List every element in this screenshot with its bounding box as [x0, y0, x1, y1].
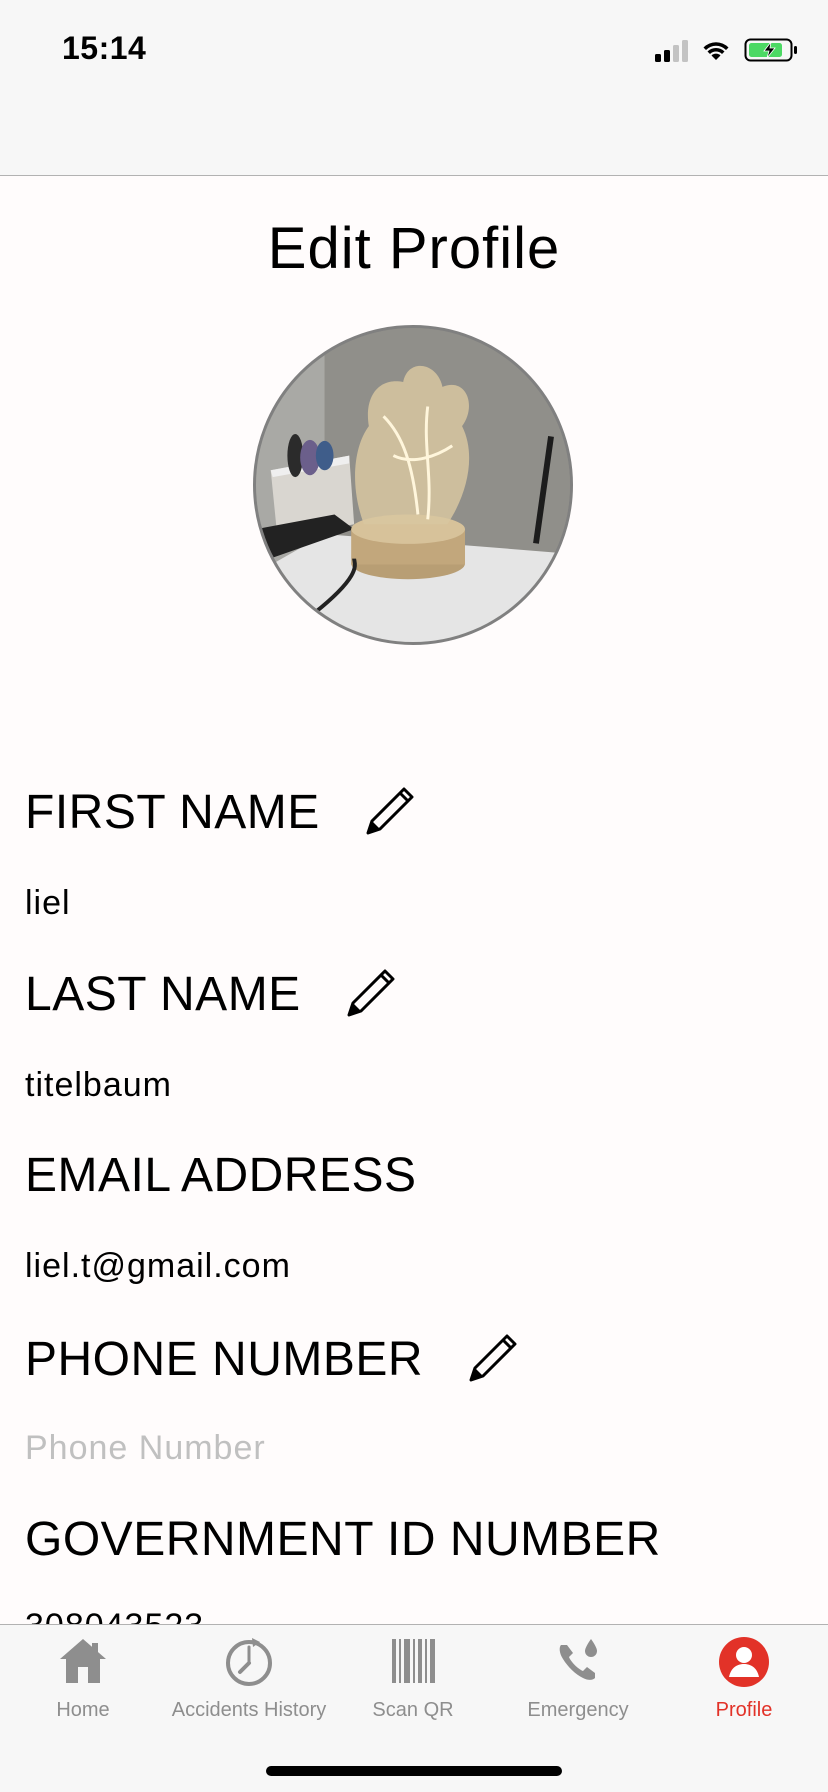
clock-icon — [226, 1638, 272, 1686]
home-icon — [60, 1639, 106, 1683]
phone-number-label: PHONE NUMBER — [25, 1330, 521, 1388]
last-name-label: LAST NAME — [25, 965, 399, 1023]
battery-icon — [744, 38, 797, 62]
phone-number-label-text: PHONE NUMBER — [25, 1332, 424, 1386]
first-name-label-text: FIRST NAME — [25, 785, 320, 839]
home-indicator — [266, 1766, 562, 1776]
email-address-value: liel.t@gmail.com — [25, 1247, 291, 1285]
tab-emergency-label: Emergency — [527, 1699, 629, 1721]
edit-phone-number-pencil-icon[interactable] — [463, 1330, 521, 1388]
tab-home[interactable]: Home — [0, 1635, 166, 1735]
page-title: Edit Profile — [267, 216, 561, 281]
status-time: 15:14 — [62, 30, 147, 66]
tab-accidents-history-label: Accidents History — [171, 1699, 327, 1721]
user-icon — [719, 1637, 769, 1687]
email-address-label: EMAIL ADDRESS — [25, 1148, 417, 1203]
government-id-label-text: GOVERNMENT ID NUMBER — [25, 1513, 661, 1566]
last-name-value[interactable]: titelbaum — [25, 1066, 172, 1105]
phone-icon — [559, 1639, 597, 1680]
tab-scan-qr[interactable]: Scan QR — [330, 1635, 496, 1735]
barcode-icon — [392, 1639, 435, 1683]
government-id-label: GOVERNMENT ID NUMBER — [25, 1512, 661, 1567]
edit-last-name-pencil-icon[interactable] — [341, 965, 399, 1023]
tab-home-label: Home — [56, 1699, 110, 1721]
profile-photo-image — [256, 328, 570, 642]
status-bar: 15:14 — [0, 0, 828, 176]
status-icons — [655, 36, 798, 64]
first-name-value[interactable]: liel — [25, 884, 71, 923]
edit-first-name-pencil-icon[interactable] — [360, 783, 418, 841]
wifi-icon — [703, 42, 729, 60]
tab-scan-qr-label: Scan QR — [372, 1699, 454, 1721]
tab-profile-label: Profile — [715, 1699, 773, 1721]
email-address-label-text: EMAIL ADDRESS — [25, 1149, 417, 1202]
last-name-label-text: LAST NAME — [25, 967, 301, 1021]
tab-profile[interactable]: Profile — [661, 1635, 827, 1735]
cellular-signal-icon — [655, 38, 688, 62]
phone-number-input[interactable]: Phone Number — [25, 1429, 266, 1468]
tab-accidents-history[interactable]: Accidents History — [166, 1635, 332, 1735]
tab-emergency[interactable]: Emergency — [495, 1635, 661, 1735]
first-name-label: FIRST NAME — [25, 783, 418, 841]
profile-avatar[interactable] — [253, 325, 573, 645]
